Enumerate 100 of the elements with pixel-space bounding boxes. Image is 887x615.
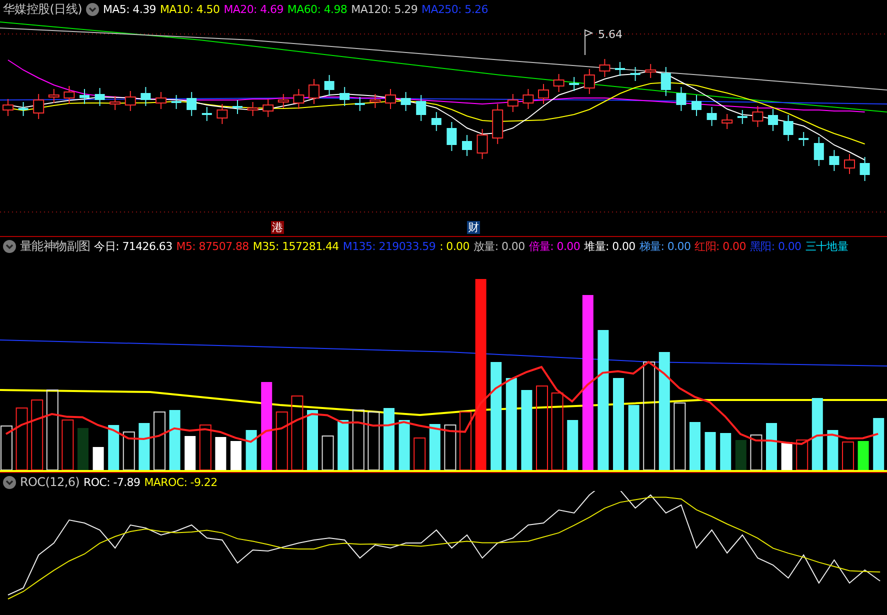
volume-bar	[16, 408, 28, 470]
volume-bar	[690, 422, 700, 470]
candlestick	[48, 88, 60, 104]
candlestick	[538, 84, 549, 104]
volume-bar	[567, 420, 578, 470]
candlestick	[783, 114, 794, 142]
candlestick	[492, 104, 504, 144]
collapse-icon[interactable]	[3, 240, 16, 252]
volume-bar	[322, 436, 334, 470]
candlestick	[232, 100, 242, 114]
candlestick	[829, 150, 840, 172]
indicator-value: 红阳: 0.00	[694, 238, 746, 254]
volume-bar	[184, 436, 196, 470]
candlestick	[722, 114, 733, 130]
candlestick	[2, 98, 14, 116]
volume-bar	[368, 412, 380, 470]
indicator-value: MA20: 4.69	[224, 2, 284, 16]
volume-bar	[460, 412, 472, 470]
candlestick	[584, 68, 595, 94]
indicator-value: 黑阳: 0.00	[750, 238, 802, 254]
candlestick	[645, 64, 656, 78]
candlestick	[522, 88, 534, 110]
volume-bar	[414, 438, 426, 470]
candlestick	[202, 106, 212, 122]
volume-bar	[766, 423, 777, 470]
volume-bar	[842, 442, 854, 470]
indicator-value: MA60: 4.98	[287, 2, 348, 16]
candlestick	[293, 88, 304, 110]
volume-bar	[215, 437, 226, 470]
candlestick	[33, 94, 44, 120]
indicator-value: MA10: 4.50	[160, 2, 220, 16]
candlestick	[462, 134, 472, 156]
volume-bar	[720, 433, 732, 470]
volume-bar	[338, 420, 349, 470]
volume-bar	[781, 442, 792, 470]
volume-bar	[750, 434, 762, 470]
candlestick	[476, 128, 488, 160]
event-marker[interactable]: 财	[467, 221, 480, 234]
candlestick	[171, 94, 182, 110]
volume-bar	[138, 423, 150, 470]
candlestick	[676, 86, 686, 112]
candlestick	[507, 94, 518, 112]
indicator-value: MA120: 5.29	[351, 2, 418, 16]
candlestick	[354, 96, 365, 112]
candlestick	[844, 154, 855, 174]
indicator-value: 三十地量	[805, 238, 848, 254]
candlestick	[860, 156, 870, 182]
flag-icon	[584, 29, 594, 56]
candlestick	[416, 94, 426, 122]
volume-bar	[735, 440, 746, 470]
candlestick	[18, 102, 28, 116]
candlestick	[768, 108, 778, 132]
chart-title: 华媒控股(日线)	[3, 0, 82, 18]
candlestick	[798, 132, 809, 146]
candlestick	[124, 90, 136, 112]
volume-bar	[812, 398, 823, 470]
volume-bar	[62, 420, 74, 470]
volume-bar	[352, 410, 364, 470]
volume-bar	[429, 424, 440, 470]
candlestick	[615, 62, 625, 76]
volume-bar	[276, 412, 288, 470]
volume-bar	[154, 412, 166, 470]
volume-bar	[444, 424, 456, 470]
collapse-icon[interactable]	[86, 2, 99, 16]
candlestick	[247, 102, 258, 116]
volume-bar	[108, 425, 120, 470]
candlestick	[814, 136, 824, 166]
candlestick	[553, 74, 564, 92]
indicator-value: 今日: 71426.63	[94, 238, 172, 254]
candlestick	[110, 96, 121, 110]
chart-title: ROC(12,6)	[20, 475, 80, 489]
indicator-value: MA5: 4.39	[102, 2, 156, 16]
candlestick	[324, 74, 334, 96]
candlestick	[186, 92, 197, 116]
volume-bar	[246, 430, 257, 470]
volume-bar	[92, 447, 104, 470]
candlestick	[370, 94, 381, 108]
event-marker[interactable]: 港	[271, 221, 284, 234]
high-price-label: 5.64	[598, 28, 622, 41]
indicator-value: M5: 87507.88	[176, 240, 249, 252]
volume-bar	[307, 410, 318, 470]
candlestick	[385, 88, 396, 110]
indicator-value: 梯量: 0.00	[639, 238, 691, 254]
candlestick	[94, 88, 105, 106]
indicator-value: ROC: -7.89	[84, 476, 140, 488]
indicator-value: M35: 157281.44	[252, 240, 339, 252]
candlestick	[400, 92, 411, 112]
volume-bar	[398, 420, 410, 470]
candlestick	[599, 58, 610, 78]
volume-bar	[628, 405, 640, 470]
candlestick	[278, 94, 289, 108]
collapse-icon[interactable]	[3, 476, 16, 488]
candlestick	[737, 110, 748, 124]
candlestick	[630, 66, 640, 82]
candlestick	[140, 86, 151, 106]
volume-bar	[230, 441, 242, 470]
volume-bar	[199, 424, 212, 470]
candlestick	[262, 98, 274, 118]
volume-bar	[0, 426, 12, 470]
candlestick	[752, 106, 764, 128]
